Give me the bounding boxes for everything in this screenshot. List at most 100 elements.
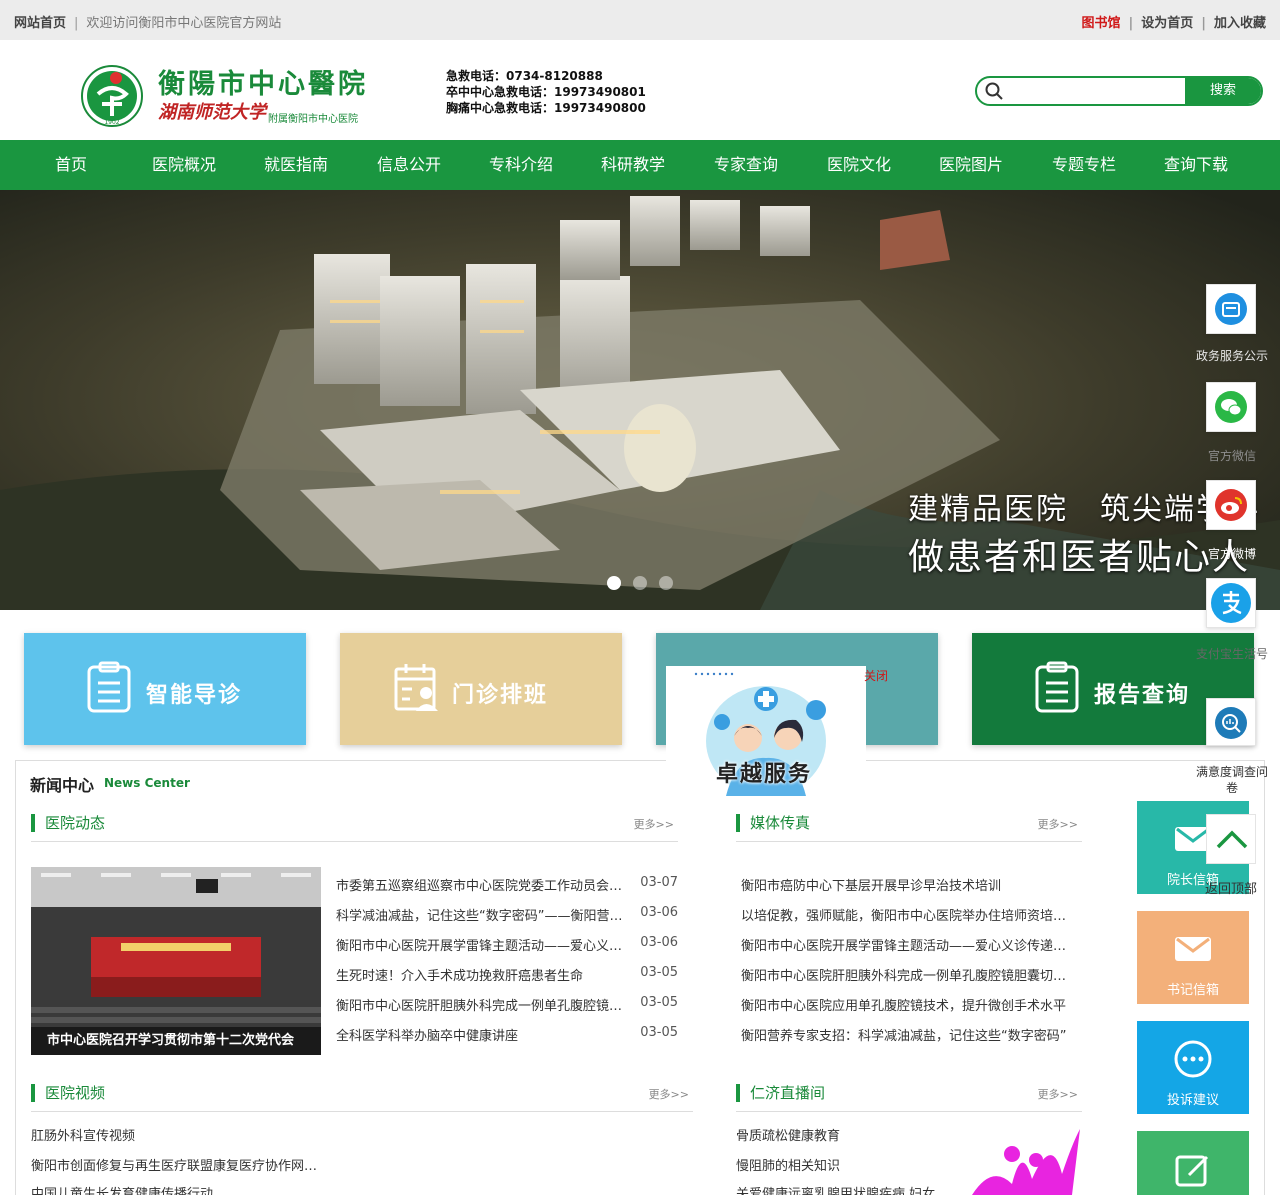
nav-research[interactable]: 科研教学 bbox=[601, 140, 665, 190]
media-item-6-text: 衡阳营养专家支招：科学减油减盐，记住这些“数字密码” bbox=[741, 1029, 1067, 1044]
mail-icon bbox=[1175, 937, 1211, 961]
float-survey-button[interactable] bbox=[1206, 698, 1256, 746]
hospital-news-item-2[interactable]: 科学减油减盐，记住这些“数字密码”——衡阳营养专家支招 03-06 bbox=[336, 905, 678, 927]
search-box: 搜索 bbox=[975, 76, 1263, 106]
outpatient-schedule-card[interactable]: 门诊排班 bbox=[340, 633, 622, 745]
report-clipboard-icon bbox=[1035, 661, 1079, 713]
hospital-news-item-1-text: 市委第五巡察组巡察市中心医院党委工作动员会召开 bbox=[336, 879, 628, 894]
hospital-news-item-3[interactable]: 衡阳市中心医院开展学雷锋主题活动——爱心义诊传递温暖 03-06 bbox=[336, 935, 678, 957]
university-name: 湖南师范大学 bbox=[158, 102, 266, 123]
smart-guide-card[interactable]: 智能导诊 bbox=[24, 633, 306, 745]
popup-close-button[interactable]: 关闭 bbox=[864, 667, 888, 684]
floating-ad-graphic[interactable] bbox=[962, 1124, 1082, 1195]
slide-dot-3[interactable] bbox=[659, 576, 673, 590]
set-home-link[interactable]: 设为首页 bbox=[1141, 16, 1193, 31]
media-item-2-text: 以培促教，强师赋能，衡阳市中心医院举办住培师资培训班 bbox=[741, 909, 1075, 924]
feedback-card[interactable] bbox=[1137, 1131, 1249, 1195]
nav-disclosure[interactable]: 信息公开 bbox=[377, 140, 441, 190]
video-title: 医院视频 bbox=[45, 1084, 106, 1102]
nav-downloads[interactable]: 查询下载 bbox=[1164, 140, 1228, 190]
chest-pain-hotline: 胸痛中心急救电话：19973490800 bbox=[446, 101, 646, 115]
media-item-4[interactable]: 衡阳市中心医院肝胆胰外科完成一例单孔腹腔镜胆囊切除术 bbox=[741, 965, 1075, 987]
site-home-link[interactable]: 网站首页 bbox=[14, 16, 66, 31]
hospital-news-item-5[interactable]: 衡阳市中心医院肝胆胰外科完成一例单孔腹腔镜胆囊切除术 03-05 bbox=[336, 995, 678, 1017]
media-item-1-text: 衡阳市癌防中心下基层开展早诊早治技术培训 bbox=[741, 879, 1002, 894]
hospital-logo-icon[interactable]: 1902 bbox=[80, 64, 144, 128]
video-item-3-text: 中国儿童生长发育健康传播行动 bbox=[31, 1187, 214, 1195]
library-link[interactable]: 图书馆 bbox=[1081, 16, 1120, 31]
service-icon bbox=[1215, 293, 1247, 325]
nav-experts[interactable]: 专家查询 bbox=[714, 140, 778, 190]
media-item-2[interactable]: 以培促教，强师赋能，衡阳市中心医院举办住培师资培训班 bbox=[741, 905, 1075, 927]
nav-overview[interactable]: 医院概况 bbox=[152, 140, 216, 190]
hospital-news-item-3-text: 衡阳市中心医院开展学雷锋主题活动——爱心义诊传递温暖 bbox=[336, 939, 628, 954]
live-item-1[interactable]: 骨质疏松健康教育 bbox=[736, 1125, 956, 1147]
media-more[interactable]: 更多>> bbox=[1038, 816, 1078, 832]
hotlines: 急救电话：0734-8120888 卒中中心急救电话：19973490801 胸… bbox=[446, 68, 646, 116]
back-to-top-button[interactable] bbox=[1206, 814, 1256, 864]
news-photo[interactable]: 市中心医院召开学习贯彻市第十二次党代会 bbox=[31, 867, 321, 1055]
secretary-mailbox-label: 书记信箱 bbox=[1166, 983, 1219, 998]
float-wechat-label: 官方微信 bbox=[1207, 449, 1256, 463]
emergency-hotline: 急救电话：0734-8120888 bbox=[446, 69, 603, 83]
float-alipay-button[interactable] bbox=[1206, 578, 1256, 628]
survey-icon bbox=[1215, 707, 1247, 739]
smart-guide-label: 智能导诊 bbox=[146, 683, 243, 708]
hospital-news-item-4[interactable]: 生死时速！介入手术成功挽救肝癌患者生命 03-05 bbox=[336, 965, 678, 987]
site-header: 1902 衡陽市中心醫院 湖南师范大学 附属衡阳市中心医院 急救电话：0734-… bbox=[0, 40, 1280, 140]
report-query-label: 报告查询 bbox=[1094, 683, 1191, 708]
media-item-6[interactable]: 衡阳营养专家支招：科学减油减盐，记住这些“数字密码” bbox=[741, 1025, 1075, 1047]
search-input[interactable] bbox=[1009, 80, 1185, 102]
hospital-news-item-4-date: 03-05 bbox=[640, 965, 678, 980]
video-item-2[interactable]: 衡阳市创面修复与再生医疗联盟康复医疗协作网成立 bbox=[31, 1155, 321, 1177]
news-photo-caption: 市中心医院召开学习贯彻市第十二次党代会 bbox=[31, 1027, 321, 1055]
live-title: 仁济直播间 bbox=[750, 1084, 826, 1102]
news-center-title: 新闻中心 bbox=[30, 776, 95, 795]
float-weibo-button[interactable] bbox=[1206, 480, 1256, 530]
slide-dot-1[interactable] bbox=[607, 576, 621, 590]
edit-icon bbox=[1175, 1155, 1209, 1187]
secretary-mailbox-card[interactable]: 书记信箱 bbox=[1137, 911, 1249, 1004]
media-item-1[interactable]: 衡阳市癌防中心下基层开展早诊早治技术培训 bbox=[741, 875, 1075, 897]
live-item-3[interactable]: 关爱健康远离乳腺甲状腺疾病 妇女 bbox=[736, 1183, 956, 1195]
search-button[interactable]: 搜索 bbox=[1185, 78, 1261, 104]
hospital-news-item-5-text: 衡阳市中心医院肝胆胰外科完成一例单孔腹腔镜胆囊切除术 bbox=[336, 999, 628, 1014]
nav-departments[interactable]: 专科介绍 bbox=[489, 140, 553, 190]
add-favorite-link[interactable]: 加入收藏 bbox=[1214, 16, 1266, 31]
live-item-2[interactable]: 慢阻肺的相关知识 bbox=[736, 1155, 956, 1177]
top-bar: 网站首页 | 欢迎访问衡阳市中心医院官方网站 图书馆 | 设为首页 | 加入收藏 bbox=[0, 0, 1280, 40]
main-nav: 首页 医院概况 就医指南 信息公开 专科介绍 科研教学 专家查询 医院文化 医院… bbox=[0, 140, 1280, 190]
float-wechat-button[interactable] bbox=[1206, 382, 1256, 432]
live-item-3-text: 关爱健康远离乳腺甲状腺疾病 妇女 bbox=[736, 1187, 936, 1195]
hospital-news-item-6[interactable]: 全科医学科举办脑卒中健康讲座 03-05 bbox=[336, 1025, 678, 1047]
media-item-3[interactable]: 衡阳市中心医院开展学雷锋主题活动——爱心义诊传递温暖 bbox=[741, 935, 1075, 957]
float-service-button[interactable] bbox=[1206, 284, 1256, 334]
hospital-news-header: 医院动态 更多>> bbox=[31, 812, 678, 842]
hospital-news-more[interactable]: 更多>> bbox=[634, 816, 674, 832]
video-item-1[interactable]: 肛肠外科宣传视频 bbox=[31, 1125, 331, 1147]
nav-pictures[interactable]: 医院图片 bbox=[939, 140, 1003, 190]
back-to-top-label: 返回顶部 bbox=[1204, 882, 1257, 897]
video-header: 医院视频 更多>> bbox=[31, 1082, 693, 1112]
video-more[interactable]: 更多>> bbox=[649, 1086, 689, 1102]
nav-culture[interactable]: 医院文化 bbox=[827, 140, 891, 190]
slide-dot-2[interactable] bbox=[633, 576, 647, 590]
nav-home[interactable]: 首页 bbox=[55, 140, 87, 190]
top-bar-right: 图书馆 | 设为首页 | 加入收藏 bbox=[1081, 16, 1266, 31]
media-item-5[interactable]: 衡阳市中心医院应用单孔腹腔镜技术，提升微创手术水平 bbox=[741, 995, 1075, 1017]
weibo-icon bbox=[1215, 489, 1247, 521]
logo-year: 1902 bbox=[104, 119, 119, 126]
clipboard-icon bbox=[87, 661, 131, 713]
nav-topics[interactable]: 专题专栏 bbox=[1052, 140, 1116, 190]
media-header: 媒体传真 更多>> bbox=[736, 812, 1082, 842]
complaint-label: 投诉建议 bbox=[1166, 1093, 1219, 1108]
video-item-3[interactable]: 中国儿童生长发育健康传播行动 bbox=[31, 1183, 331, 1195]
complaint-card[interactable]: 投诉建议 bbox=[1137, 1021, 1249, 1114]
hospital-news-item-5-date: 03-05 bbox=[640, 995, 678, 1010]
video-item-1-text: 肛肠外科宣传视频 bbox=[31, 1129, 136, 1144]
hospital-news-item-2-text: 科学减油减盐，记住这些“数字密码”——衡阳营养专家支招 bbox=[336, 909, 628, 924]
nav-guide[interactable]: 就医指南 bbox=[264, 140, 328, 190]
media-title: 媒体传真 bbox=[750, 814, 811, 832]
hospital-news-item-1[interactable]: 市委第五巡察组巡察市中心医院党委工作动员会召开 03-07 bbox=[336, 875, 678, 897]
live-more[interactable]: 更多>> bbox=[1038, 1086, 1078, 1102]
